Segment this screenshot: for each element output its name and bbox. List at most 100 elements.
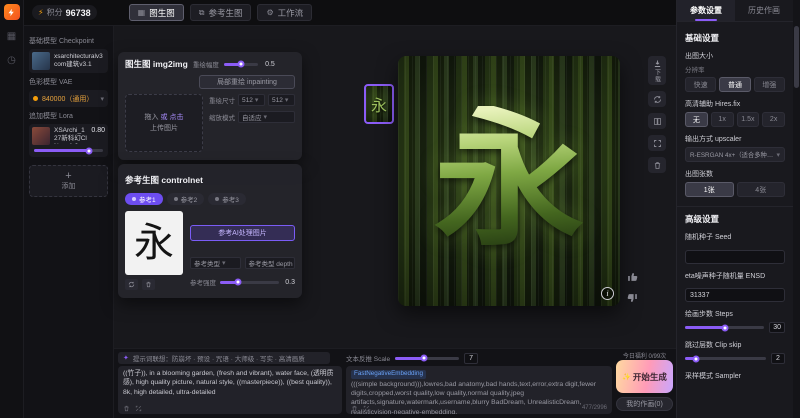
tab-workflow[interactable]: ⚙ 工作流 xyxy=(257,4,312,21)
negative-prompt-input[interactable]: FastNegativeEmbedding (((simple backgrou… xyxy=(346,366,612,414)
history-icon[interactable]: ◷ xyxy=(5,54,19,68)
tab-workflow-label: 工作流 xyxy=(278,7,304,19)
inpaint-button[interactable]: 局部重绘 inpainting xyxy=(199,75,295,89)
replace-image-icon[interactable] xyxy=(125,279,138,290)
positive-prompt-actions xyxy=(123,405,142,412)
size-options: 快速 普通 增强 xyxy=(685,77,785,92)
negative-embedding-chip[interactable]: FastNegativeEmbedding xyxy=(351,370,426,379)
preset-tags-button[interactable]: ✦ 提示词联想：防崩坏 · 预设 · 咒语 · 大师级 · 写实 · 高清画质 xyxy=(118,352,330,364)
height-select[interactable]: 512▾ xyxy=(268,94,295,106)
expand-icon[interactable] xyxy=(135,405,142,412)
upscaler-value: R-ESRGAN 4x+（适合多种风格） xyxy=(690,150,773,159)
credits-value: 96738 xyxy=(66,8,91,18)
reference-model-select[interactable]: 参考类型 depth▾ xyxy=(245,257,296,269)
app-logo[interactable] xyxy=(4,4,20,20)
scale-mode-value: 自适应 xyxy=(242,112,262,122)
home-icon[interactable]: ▦ xyxy=(5,30,19,44)
ai-process-button[interactable]: 参考AI处理图片 xyxy=(190,225,295,241)
scale-mode-select[interactable]: 自适应▾ xyxy=(238,111,295,123)
size-option-normal[interactable]: 普通 xyxy=(719,77,750,92)
lora-section-label: 追加模型 Lora xyxy=(29,111,108,121)
download-button[interactable]: 下载 xyxy=(648,56,666,85)
image-tools: 下载 xyxy=(648,56,666,173)
add-model-label: 添加 xyxy=(62,181,76,191)
count-option-1[interactable]: 1张 xyxy=(685,182,734,197)
cfg-scale-slider[interactable] xyxy=(395,357,459,360)
ensd-input[interactable] xyxy=(685,288,785,302)
reference-tab-1[interactable]: 参考1 xyxy=(125,193,163,205)
fullscreen-icon[interactable] xyxy=(648,135,666,151)
reuse-icon[interactable] xyxy=(648,91,666,107)
checkpoint-card[interactable]: xsarchitecturalv3com建筑v3.1 xyxy=(29,49,108,73)
reference-image[interactable]: 永 xyxy=(125,211,183,275)
add-model-button[interactable]: + 添加 xyxy=(29,165,108,197)
clip-skip-slider[interactable] xyxy=(685,357,766,360)
hires-option-1x[interactable]: 1x xyxy=(711,112,734,127)
vae-select[interactable]: 840000（通用） ▾ xyxy=(29,90,108,107)
delete-icon[interactable] xyxy=(648,157,666,173)
positive-prompt-input[interactable]: ((竹子)), in a blooming garden, (fresh and… xyxy=(118,366,342,414)
seed-label: 随机种子 Seed xyxy=(685,232,785,242)
compare-icon[interactable] xyxy=(648,113,666,129)
strength-slider[interactable] xyxy=(220,281,279,284)
checkpoint-name: xsarchitecturalv3com建筑v3.1 xyxy=(54,53,105,69)
scrollbar-thumb[interactable] xyxy=(794,26,799,88)
strength-value: 0.3 xyxy=(283,279,295,286)
trash-icon[interactable] xyxy=(123,405,130,412)
denoise-slider[interactable] xyxy=(224,63,258,66)
height-value: 512 xyxy=(272,97,283,104)
reference-type-value: 参考类型 xyxy=(194,258,220,268)
hires-option-2x[interactable]: 2x xyxy=(762,112,785,127)
my-works-button[interactable]: 我的作画(0) xyxy=(616,397,673,411)
tab-img2img[interactable]: ▦ 图生图 xyxy=(129,4,184,21)
tab-reference-label: 参考生图 xyxy=(208,7,242,19)
ensd-label: eta噪声种子随机量 ENSD xyxy=(685,271,785,281)
generate-column: 今日福利 0/99次 ✨ 开始生成 我的作画(0) xyxy=(616,349,673,418)
reference-tab-2[interactable]: 参考2 xyxy=(167,193,205,205)
tab-parameter-settings[interactable]: 参数设置 xyxy=(677,0,735,21)
expand-icon[interactable] xyxy=(363,405,370,412)
tab-reference[interactable]: ⧉ 参考生图 xyxy=(190,4,252,21)
app-root: ▦ ◷ ⚡ 积分 96738 ▦ 图生图 ⧉ 参考生图 ⚙ 工作流 基础模型 C… xyxy=(0,0,800,418)
size-option-fast[interactable]: 快速 xyxy=(685,77,716,92)
steps-slider[interactable] xyxy=(685,326,764,329)
thumbnail-glyph: 永 xyxy=(371,92,387,116)
delete-image-icon[interactable] xyxy=(142,279,155,290)
hires-option-1-5x[interactable]: 1.5x xyxy=(737,112,760,127)
lora-name: XSArchi_127新科幻ClNeov1.0 xyxy=(54,127,87,144)
daily-quota-text: 今日福利 0/99次 xyxy=(616,351,673,360)
info-icon[interactable]: i xyxy=(601,287,614,300)
size-option-enhanced[interactable]: 增强 xyxy=(754,77,785,92)
char-counter: 477/2996 xyxy=(582,404,607,412)
trash-icon[interactable] xyxy=(351,405,358,412)
credits-badge[interactable]: ⚡ 积分 96738 xyxy=(32,5,97,20)
upload-dropzone[interactable]: 拖入 或 点击 上传图片 xyxy=(125,94,203,152)
workflow-icon: ⚙ xyxy=(266,8,273,17)
thumbs-down-icon[interactable] xyxy=(626,292,640,306)
lora-card[interactable]: XSArchi_127新科幻ClNeov1.0 0.80 xyxy=(29,124,108,157)
params-body: 基础设置 出图大小 分辨率 快速 普通 增强 高清辅助 Hires.fix 无 … xyxy=(677,22,793,391)
clip-skip-label: 跳过层数 Clip skip xyxy=(685,340,785,350)
advanced-settings-header: 高级设置 xyxy=(685,213,785,225)
width-select[interactable]: 512▾ xyxy=(238,94,265,106)
result-thumbnail[interactable]: 永 xyxy=(364,84,394,124)
thumbs-up-icon[interactable] xyxy=(626,270,640,284)
tab-history[interactable]: 历史作画 xyxy=(735,0,793,21)
count-option-4[interactable]: 4张 xyxy=(737,182,786,197)
img2img-title: 图生图 img2img xyxy=(125,58,188,70)
chevron-down-icon: ▾ xyxy=(100,95,104,103)
page-scrollbar[interactable] xyxy=(793,0,800,418)
chevron-down-icon: ▾ xyxy=(776,151,780,159)
reference-tab-3[interactable]: 参考3 xyxy=(208,193,246,205)
upscaler-select[interactable]: R-ESRGAN 4x+（适合多种风格） ▾ xyxy=(685,147,785,162)
lora-weight-slider[interactable] xyxy=(34,149,103,152)
reference-type-select[interactable]: 参考类型▾ xyxy=(190,257,241,269)
img2img-panel: 图生图 img2img 重绘幅度 0.5 局部重绘 inpainting 拖入 … xyxy=(118,52,302,160)
result-image[interactable]: 永 i xyxy=(398,56,620,306)
hires-option-none[interactable]: 无 xyxy=(685,112,708,127)
logo-bolt-icon xyxy=(7,8,16,17)
resolution-label: 分辨率 xyxy=(685,64,785,74)
params-panel: 参数设置 历史作画 基础设置 出图大小 分辨率 快速 普通 增强 高清辅助 Hi… xyxy=(676,0,793,418)
seed-input[interactable] xyxy=(685,250,785,264)
generate-button[interactable]: ✨ 开始生成 xyxy=(616,360,673,393)
